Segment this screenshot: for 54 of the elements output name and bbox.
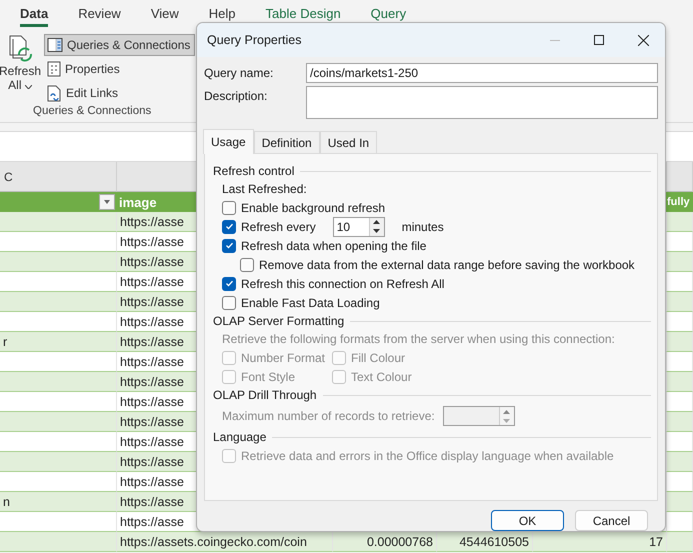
option-label: Fill Colour (351, 350, 406, 364)
checkmark-icon (224, 222, 234, 231)
option-label: Text Colour (351, 370, 412, 384)
edit-links-icon (47, 84, 62, 102)
ribbon-tab[interactable]: View (150, 4, 179, 27)
down-arrow-icon[interactable] (373, 229, 380, 233)
ribbon-tab[interactable]: Review (78, 4, 121, 27)
ok-button[interactable]: OK (491, 510, 564, 531)
dialog-tab[interactable]: Usage (203, 129, 254, 154)
unit-label: minutes (402, 220, 444, 234)
refresh-all-dropdown[interactable]: All (8, 78, 32, 92)
dialog-tab[interactable]: Definition (254, 131, 320, 153)
header-cell: fully (667, 192, 693, 212)
option-label: Number Format (241, 350, 326, 364)
ribbon-command[interactable]: Edit Links (44, 82, 196, 104)
table-cell (667, 532, 693, 552)
table-cell: https://assets.coingecko.com/coin (117, 532, 333, 552)
section-title: Refresh control (213, 164, 294, 178)
column-header[interactable]: C (0, 162, 117, 192)
checkbox[interactable] (222, 220, 236, 234)
group-label: Queries & Connections (32, 105, 152, 117)
checkbox[interactable] (240, 258, 254, 272)
checkbox[interactable] (222, 238, 236, 252)
ribbon-tab[interactable]: Data (20, 4, 48, 27)
checkmark-icon (224, 241, 234, 250)
field-label: Description: (204, 88, 268, 105)
section-title: Language (213, 430, 266, 444)
table-cell: 17 (533, 532, 667, 552)
properties-icon (47, 61, 61, 77)
refresh-icon (7, 34, 33, 64)
option-label: Font Style (241, 370, 296, 384)
up-arrow-icon[interactable] (373, 220, 380, 224)
dialog-tab[interactable]: Used In (320, 131, 378, 153)
checkbox[interactable] (222, 200, 236, 214)
cancel-button[interactable]: Cancel (575, 510, 648, 531)
checkmark-icon (224, 279, 234, 288)
caret-icon (24, 85, 32, 89)
panel-icon (47, 37, 63, 53)
refresh-all-label[interactable]: Refresh (0, 64, 42, 78)
table-cell: n (0, 492, 117, 512)
ribbon-command[interactable]: Queries & Connections (44, 34, 196, 56)
field-label: Query name: (204, 65, 274, 82)
table-cell: r (0, 332, 117, 352)
table-cell: 4544610505 (437, 532, 533, 552)
checkbox[interactable] (222, 276, 236, 290)
minutes-spinner[interactable]: 10 (332, 216, 385, 236)
query-name-field[interactable]: /coins/markets1-250 (306, 63, 658, 83)
filter-dropdown[interactable] (99, 194, 115, 210)
description-field[interactable] (306, 86, 658, 119)
checkbox[interactable] (222, 296, 236, 310)
window-title: Query Properties (207, 33, 302, 47)
table-cell: 0.00000768 (333, 532, 437, 552)
option-label: Refresh every (241, 220, 316, 234)
ribbon-command[interactable]: Properties (44, 58, 196, 80)
